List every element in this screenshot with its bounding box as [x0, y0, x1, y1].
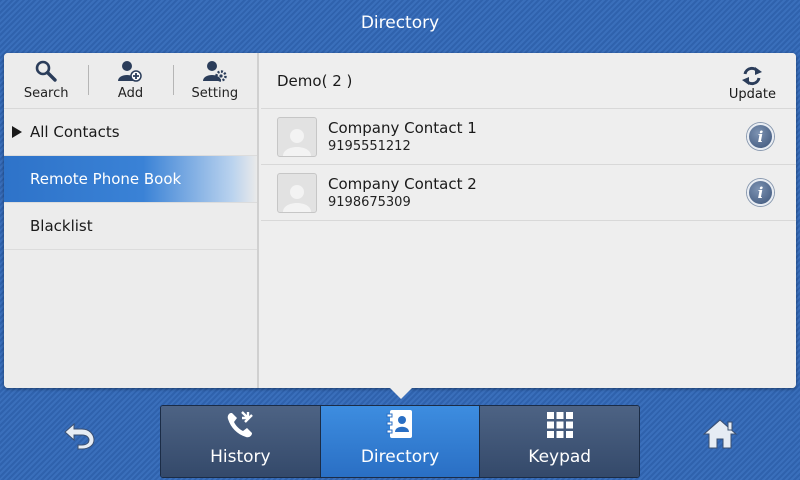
toolbar: Search Add Setting — [4, 53, 257, 109]
tab-label: Directory — [360, 447, 440, 467]
page-title: Directory — [360, 13, 440, 33]
group-header: Demo( 2 ) Update — [261, 53, 796, 109]
call-history-icon — [228, 411, 254, 438]
nav-item-all-contacts[interactable]: All Contacts — [4, 109, 257, 156]
back-arrow-icon — [64, 422, 95, 450]
nav-item-label: Remote Phone Book — [30, 170, 182, 188]
add-button[interactable]: Add — [88, 53, 172, 108]
update-label: Update — [728, 87, 776, 102]
active-tab-pointer — [389, 387, 413, 399]
left-pane: Search Add Setting All Contacts Remote P… — [4, 53, 259, 388]
contact-name: Company Contact 2 — [328, 174, 477, 193]
title-bar: Directory — [0, 0, 800, 46]
contact-row[interactable]: Company Contact 1 9195551212 i — [261, 109, 796, 165]
contact-number: 9198675309 — [328, 194, 411, 210]
nav-item-label: Blacklist — [30, 217, 93, 235]
add-contact-icon — [118, 61, 143, 82]
info-icon: i — [757, 183, 764, 202]
tab-keypad[interactable]: Keypad — [480, 406, 639, 477]
nav-item-blacklist[interactable]: Blacklist — [4, 203, 257, 250]
info-icon: i — [757, 127, 764, 146]
avatar — [277, 116, 317, 157]
contact-row[interactable]: Company Contact 2 9198675309 i — [261, 165, 796, 221]
search-label: Search — [23, 86, 69, 101]
back-button[interactable] — [62, 420, 98, 454]
home-button[interactable] — [702, 418, 738, 454]
tab-label: History — [210, 447, 271, 467]
search-icon — [35, 60, 57, 82]
add-label: Add — [117, 86, 144, 101]
address-book-icon — [386, 410, 412, 438]
tab-label: Keypad — [528, 447, 592, 467]
person-placeholder-icon — [283, 128, 311, 156]
contact-number: 9195551212 — [328, 138, 411, 154]
home-icon — [702, 419, 738, 449]
nav-item-remote-phone-book[interactable]: Remote Phone Book — [4, 156, 257, 203]
info-button[interactable]: i — [747, 179, 774, 206]
person-placeholder-icon — [283, 184, 311, 212]
search-button[interactable]: Search — [4, 53, 88, 108]
directory-panel: Search Add Setting All Contacts Remote P… — [4, 53, 796, 388]
refresh-icon — [742, 66, 763, 86]
setting-button[interactable]: Setting — [172, 53, 257, 108]
contact-text: Company Contact 1 9195551212 — [328, 119, 477, 155]
contact-text: Company Contact 2 9198675309 — [328, 175, 477, 211]
nav-item-label: All Contacts — [30, 123, 120, 141]
update-button[interactable]: Update — [729, 59, 776, 102]
tab-directory[interactable]: Directory — [320, 406, 481, 477]
keypad-icon — [546, 412, 573, 438]
contact-name: Company Contact 1 — [328, 118, 477, 137]
contacts-pane: Demo( 2 ) Update Company Contact 1 91955… — [261, 53, 796, 388]
group-title: Demo( 2 ) — [277, 71, 353, 90]
bottom-tab-bar: History Directory Keypad — [160, 405, 640, 478]
avatar — [277, 172, 317, 213]
contact-setting-icon — [202, 61, 227, 82]
expand-arrow-icon — [12, 126, 22, 138]
tab-history[interactable]: History — [161, 406, 321, 477]
setting-label: Setting — [191, 86, 239, 101]
info-button[interactable]: i — [747, 123, 774, 150]
